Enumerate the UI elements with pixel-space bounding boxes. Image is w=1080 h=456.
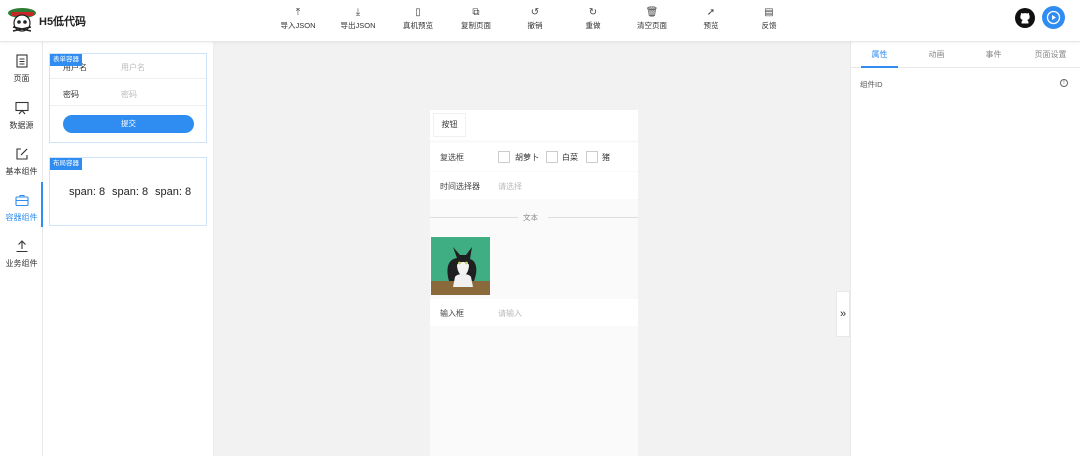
tab-page-settings[interactable]: 页面设置 <box>1022 49 1079 60</box>
checkbox-pig[interactable] <box>586 151 598 163</box>
cat-image[interactable] <box>431 237 490 295</box>
double-chevron-right-icon: » <box>839 308 847 320</box>
password-row: 密码 密码 <box>50 81 206 106</box>
briefcase-icon <box>14 194 29 207</box>
layout-col: span: 8 <box>112 186 149 198</box>
checkbox-option-label: 胡萝卜 <box>515 153 539 162</box>
password-label: 密码 <box>63 90 79 99</box>
brand-title: H5低代码 <box>39 16 87 28</box>
input-label: 输入框 <box>440 309 464 318</box>
undo-icon: ↺ <box>530 7 540 18</box>
checkbox-component[interactable]: 复选框 胡萝卜 白菜 猪 <box>430 143 638 171</box>
divider-line <box>548 217 638 218</box>
copy-icon: ⧉ <box>472 7 480 18</box>
phone-preview[interactable]: 按钮 复选框 胡萝卜 白菜 猪 时间选择器 请选择 文本 输入框 请输入 <box>430 110 638 456</box>
tab-properties[interactable]: 属性 <box>851 49 908 60</box>
toolbar-button-download[interactable]: ⤓ 导出JSON <box>328 6 388 31</box>
checkbox-option-label: 猪 <box>602 153 610 162</box>
toolbar-button-trash[interactable]: 🗑 清空页面 <box>622 6 682 31</box>
sidebar-item-label: 容器组件 <box>5 213 38 222</box>
layout-col: span: 8 <box>155 186 192 198</box>
edit-icon <box>15 148 28 160</box>
divider-line <box>430 217 518 218</box>
toolbar-button-undo[interactable]: ↺ 撤销 <box>505 6 565 31</box>
layout-container-tag: 布局容器 <box>50 158 82 170</box>
checkbox-label: 复选框 <box>440 153 464 162</box>
properties-tabs: 属性 动画 事件 页面设置 <box>851 42 1080 68</box>
toolbar-button-phone[interactable]: ▯ 真机预览 <box>388 6 448 31</box>
username-input[interactable]: 用户名 <box>121 62 145 73</box>
pirate-skull-logo-icon <box>8 8 36 32</box>
tab-events[interactable]: 事件 <box>965 49 1022 60</box>
run-button[interactable] <box>1042 6 1065 29</box>
toolbar-button-label: 真机预览 <box>403 21 433 30</box>
checkbox-option-label: 白菜 <box>562 153 578 162</box>
component-id-label: 组件ID <box>860 80 883 89</box>
toolbar-button-label: 预览 <box>703 21 719 30</box>
time-picker-input[interactable]: 请选择 <box>498 181 522 192</box>
sidebar-item-basic[interactable]: 基本组件 <box>0 147 43 177</box>
upload-icon <box>16 240 27 253</box>
upload-icon: ⤒ <box>295 7 301 18</box>
sidebar-item-page[interactable]: 页面 <box>0 54 43 84</box>
sidebar-item-label: 页面 <box>13 74 30 83</box>
time-picker-component[interactable]: 时间选择器 请选择 <box>430 172 638 199</box>
checkbox-carrot[interactable] <box>498 151 510 163</box>
toolbar-button-redo[interactable]: ↻ 重做 <box>563 6 623 31</box>
left-sidebar: 页面 数据源 基本组件 容器组件 业务组件 <box>0 42 43 456</box>
toolbar-button-label: 导入JSON <box>280 21 316 30</box>
info-icon[interactable]: ! <box>1060 79 1068 87</box>
divider-text: 文本 <box>523 213 538 222</box>
toolbar-button-label: 撤销 <box>527 21 543 30</box>
toolbar-button-label: 重做 <box>585 21 601 30</box>
active-tab-indicator <box>861 66 898 68</box>
toolbar-button-label: 反馈 <box>761 21 777 30</box>
sidebar-item-containers[interactable]: 容器组件 <box>0 193 43 223</box>
redo-icon: ↻ <box>588 7 598 18</box>
toolbar-button-label: 导出JSON <box>340 21 376 30</box>
message-icon: ▤ <box>764 7 774 18</box>
sidebar-item-label: 基本组件 <box>5 167 38 176</box>
password-input[interactable]: 密码 <box>121 89 137 100</box>
sidebar-item-business[interactable]: 业务组件 <box>0 239 43 269</box>
top-toolbar: H5低代码 ⤒ 导入JSON ⤓ 导出JSON ▯ 真机预览 ⧉ 复制页面 ↺ 撤销 ↻ 重做 🗑 清空页… <box>0 0 1080 42</box>
phone-icon: ▯ <box>415 7 421 18</box>
button-component[interactable]: 按钮 <box>430 110 638 140</box>
tab-animation[interactable]: 动画 <box>908 49 965 60</box>
divider-component[interactable]: 文本 <box>430 208 638 228</box>
sidebar-item-label: 数据源 <box>9 121 34 130</box>
canvas-text-input[interactable]: 请输入 <box>498 308 522 319</box>
trash-icon: 🗑 <box>645 7 659 18</box>
layout-col: span: 8 <box>69 186 106 198</box>
page-icon <box>15 54 28 68</box>
sidebar-item-label: 业务组件 <box>5 259 38 268</box>
submit-button[interactable]: 提交 <box>63 115 194 133</box>
toolbar-button-message[interactable]: ▤ 反馈 <box>739 6 799 31</box>
github-icon[interactable] <box>1015 8 1035 28</box>
play-circle-icon <box>1046 10 1061 25</box>
input-component[interactable]: 输入框 请输入 <box>430 299 638 326</box>
form-container-card[interactable]: 用户名 用户名 表单容器 密码 密码 提交 <box>49 53 207 143</box>
properties-panel: 属性 动画 事件 页面设置 组件ID ! <box>850 42 1080 456</box>
editor-canvas: 按钮 复选框 胡萝卜 白菜 猪 时间选择器 请选择 文本 输入框 请输入 <box>214 42 850 456</box>
component-panel: 用户名 用户名 表单容器 密码 密码 提交 布局容器 span: 8 span:… <box>43 42 214 456</box>
toolbar-button-upload[interactable]: ⤒ 导入JSON <box>268 6 328 31</box>
canvas-button[interactable]: 按钮 <box>433 113 466 137</box>
toolbar-button-copy[interactable]: ⧉ 复制页面 <box>446 6 506 31</box>
board-icon <box>14 101 29 115</box>
toolbar-button-label: 清空页面 <box>637 21 667 30</box>
checkbox-cabbage[interactable] <box>546 151 558 163</box>
toolbar-button-send[interactable]: ➚ 预览 <box>681 6 741 31</box>
form-container-tag: 表单容器 <box>50 54 82 66</box>
download-icon: ⤓ <box>355 7 361 18</box>
collapse-panel-button[interactable]: » <box>836 291 850 337</box>
send-icon: ➚ <box>706 7 716 18</box>
toolbar-button-label: 复制页面 <box>461 21 491 30</box>
layout-container-card[interactable]: 布局容器 span: 8 span: 8 span: 8 <box>49 157 207 226</box>
time-picker-label: 时间选择器 <box>440 182 480 191</box>
sidebar-item-datasource[interactable]: 数据源 <box>0 101 43 131</box>
